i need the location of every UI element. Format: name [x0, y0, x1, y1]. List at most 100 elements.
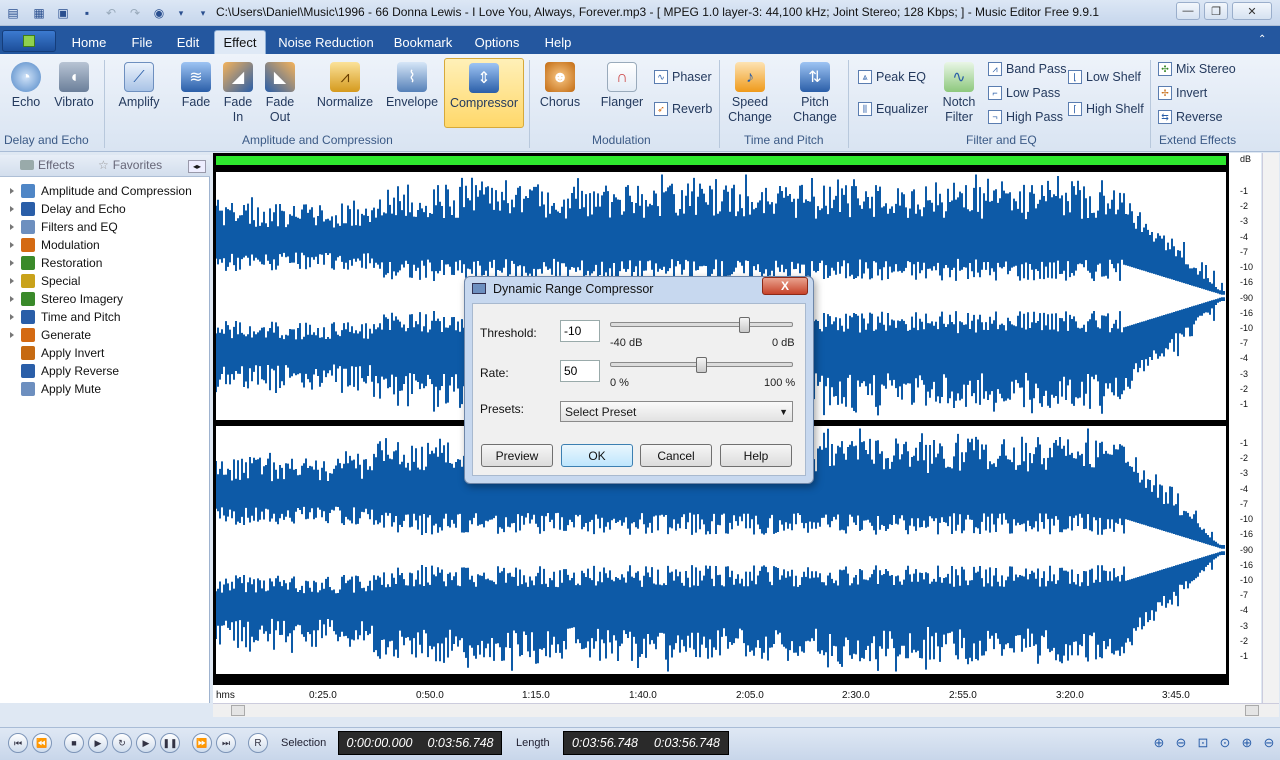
tab-help[interactable]: Help: [536, 30, 580, 54]
panel-tab-effects[interactable]: Effects: [20, 158, 74, 172]
minimize-icon[interactable]: —: [1176, 2, 1200, 20]
tab-file[interactable]: File: [122, 30, 162, 54]
ok-button[interactable]: OK: [561, 444, 633, 467]
expand-arrow-icon[interactable]: [10, 296, 14, 302]
scroll-thumb-left[interactable]: [231, 705, 245, 716]
ribbon-collapse-icon[interactable]: ⌃: [1258, 34, 1266, 45]
tab-options[interactable]: Options: [468, 30, 526, 54]
expand-arrow-icon[interactable]: [10, 224, 14, 230]
pitch-change-button[interactable]: ⇅ Pitch Change: [790, 62, 840, 125]
new-file-icon[interactable]: ▦: [30, 4, 48, 22]
zoom-vertical-out-icon[interactable]: ⊖: [1260, 734, 1278, 752]
selection-time-display[interactable]: 0:00:00.000 0:03:56.748: [338, 731, 502, 755]
rewind-icon[interactable]: ⏪: [32, 733, 52, 753]
fade-in-button[interactable]: ◢ Fade In: [220, 62, 256, 125]
tree-item[interactable]: Delay and Echo: [10, 201, 126, 217]
high-pass-button[interactable]: ¬ High Pass: [988, 110, 1063, 124]
tree-item[interactable]: Restoration: [10, 255, 102, 271]
reverse-button[interactable]: ⇆ Reverse: [1158, 110, 1223, 124]
band-pass-button[interactable]: ⩘ Band Pass: [988, 62, 1066, 76]
reverb-button[interactable]: ➶ Reverb: [654, 102, 712, 116]
expand-arrow-icon[interactable]: [10, 260, 14, 266]
zoom-full-icon[interactable]: ⊙: [1216, 734, 1234, 752]
zoom-out-icon[interactable]: ⊖: [1172, 734, 1190, 752]
vibrato-button[interactable]: ◖ Vibrato: [52, 62, 96, 110]
amplify-button[interactable]: ⟋ Amplify: [116, 62, 162, 110]
zoom-in-icon[interactable]: ⊕: [1150, 734, 1168, 752]
tree-item[interactable]: Apply Invert: [10, 345, 104, 361]
tab-effect[interactable]: Effect: [214, 30, 266, 54]
high-shelf-button[interactable]: ⌈ High Shelf: [1068, 102, 1144, 116]
notch-filter-button[interactable]: ∿ Notch Filter: [938, 62, 980, 125]
fade-button[interactable]: ≋ Fade: [178, 62, 214, 110]
compressor-button[interactable]: ⇕ Compressor: [444, 58, 524, 128]
invert-button[interactable]: ✢ Invert: [1158, 86, 1207, 100]
tree-item[interactable]: Special: [10, 273, 80, 289]
vertical-scrollbar[interactable]: [1262, 153, 1279, 703]
rate-input[interactable]: [560, 360, 600, 382]
echo-button[interactable]: ◔ Echo: [6, 62, 46, 110]
expand-arrow-icon[interactable]: [10, 314, 14, 320]
tab-home[interactable]: Home: [64, 30, 114, 54]
equalizer-button[interactable]: ⫼ Equalizer: [858, 102, 928, 116]
speed-change-button[interactable]: ♪ Speed Change: [726, 62, 774, 125]
fast-forward-icon[interactable]: ⏩: [192, 733, 212, 753]
fade-out-button[interactable]: ◣ Fade Out: [262, 62, 298, 125]
application-menu-button[interactable]: [2, 30, 56, 52]
threshold-slider-thumb[interactable]: [739, 317, 750, 333]
save-icon[interactable]: ▪: [78, 4, 96, 22]
play-selection-icon[interactable]: ▶: [136, 733, 156, 753]
go-to-start-icon[interactable]: ⏮: [8, 733, 28, 753]
tree-item[interactable]: Apply Mute: [10, 381, 101, 397]
loop-icon[interactable]: ↻: [112, 733, 132, 753]
undo-icon[interactable]: ↶: [102, 4, 120, 22]
envelope-button[interactable]: ⌇ Envelope: [384, 62, 440, 110]
chorus-button[interactable]: ☻ Chorus: [538, 62, 582, 110]
expand-arrow-icon[interactable]: [10, 278, 14, 284]
restore-icon[interactable]: ❐: [1204, 2, 1228, 20]
record-button[interactable]: R: [248, 733, 268, 753]
customize-toolbar-icon[interactable]: ▾: [194, 4, 212, 22]
zoom-vertical-in-icon[interactable]: ⊕: [1238, 734, 1256, 752]
pause-icon[interactable]: ❚❚: [160, 733, 180, 753]
tree-item[interactable]: Filters and EQ: [10, 219, 118, 235]
tab-edit[interactable]: Edit: [168, 30, 208, 54]
low-shelf-button[interactable]: ⌊ Low Shelf: [1068, 70, 1141, 84]
tree-item[interactable]: Stereo Imagery: [10, 291, 123, 307]
mix-stereo-button[interactable]: ✣ Mix Stereo: [1158, 62, 1236, 76]
zoom-selection-icon[interactable]: ⊡: [1194, 734, 1212, 752]
app-menu-icon[interactable]: ▤: [4, 4, 22, 22]
redo-icon[interactable]: ↷: [126, 4, 144, 22]
expand-arrow-icon[interactable]: [10, 206, 14, 212]
tab-noise-reduction[interactable]: Noise Reduction: [274, 30, 378, 54]
tab-bookmark[interactable]: Bookmark: [388, 30, 458, 54]
open-file-icon[interactable]: ▣: [54, 4, 72, 22]
close-icon[interactable]: ✕: [1232, 2, 1272, 20]
help-button[interactable]: Help: [720, 444, 792, 467]
quick-access-dropdown-icon[interactable]: ▾: [172, 4, 190, 22]
tree-item[interactable]: Amplitude and Compression: [10, 183, 192, 199]
expand-arrow-icon[interactable]: [10, 188, 14, 194]
expand-arrow-icon[interactable]: [10, 332, 14, 338]
panel-scroll-arrows-icon[interactable]: ◂▸: [188, 160, 206, 173]
phaser-button[interactable]: ∿ Phaser: [654, 70, 712, 84]
preview-button[interactable]: Preview: [481, 444, 553, 467]
peak-eq-button[interactable]: ⩓ Peak EQ: [858, 70, 926, 84]
flanger-button[interactable]: ∩ Flanger: [598, 62, 646, 110]
expand-arrow-icon[interactable]: [10, 242, 14, 248]
stop-icon[interactable]: ■: [64, 733, 84, 753]
cancel-button[interactable]: Cancel: [640, 444, 712, 467]
record-icon[interactable]: ◉: [150, 4, 168, 22]
tree-item[interactable]: Time and Pitch: [10, 309, 121, 325]
scroll-thumb-right[interactable]: [1245, 705, 1259, 716]
rate-slider-thumb[interactable]: [696, 357, 707, 373]
dialog-close-icon[interactable]: X: [762, 277, 808, 295]
play-icon[interactable]: ▶: [88, 733, 108, 753]
threshold-input[interactable]: [560, 320, 600, 342]
normalize-button[interactable]: ⩘ Normalize: [314, 62, 376, 110]
panel-tab-favorites[interactable]: ☆ Favorites: [98, 158, 162, 172]
length-time-display[interactable]: 0:03:56.748 0:03:56.748: [563, 731, 729, 755]
threshold-slider-track[interactable]: [610, 322, 793, 327]
tree-item[interactable]: Generate: [10, 327, 91, 343]
low-pass-button[interactable]: ⌐ Low Pass: [988, 86, 1060, 100]
